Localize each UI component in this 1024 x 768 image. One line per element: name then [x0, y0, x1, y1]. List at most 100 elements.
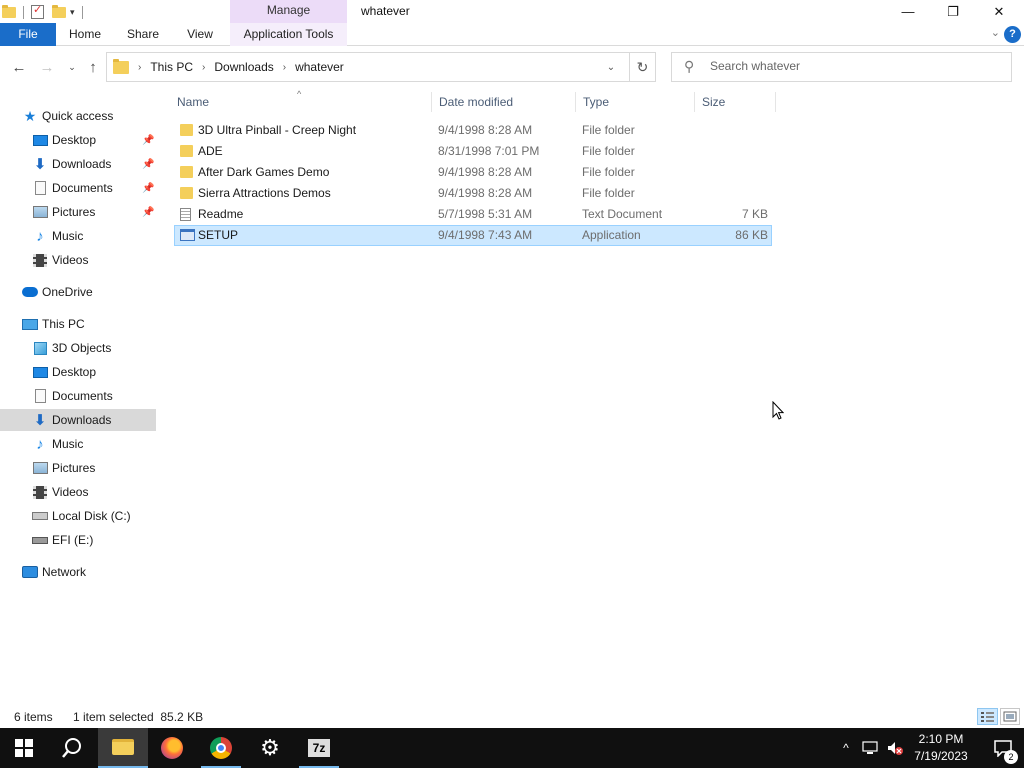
manage-tab[interactable]: Manage: [230, 0, 347, 23]
window-title: whatever: [361, 4, 410, 18]
file-type: Application: [582, 228, 641, 242]
forward-arrow-icon[interactable]: →: [36, 56, 58, 78]
nav-local-disk[interactable]: Local Disk (C:): [0, 505, 156, 527]
breadcrumb-whatever[interactable]: whatever: [295, 60, 344, 74]
desktop-icon: [32, 132, 48, 148]
volume-tray-icon[interactable]: [886, 728, 904, 768]
expand-icon[interactable]: ›: [8, 568, 16, 577]
file-explorer-taskbar-button[interactable]: [98, 728, 148, 768]
file-row-selected[interactable]: SETUP 9/4/1998 7:43 AM Application 86 KB: [174, 225, 772, 246]
network-tray-icon[interactable]: [862, 728, 880, 768]
search-taskbar-button[interactable]: [48, 728, 96, 768]
nav-efi-drive[interactable]: EFI (E:): [0, 529, 156, 551]
folder-icon: [180, 166, 193, 178]
expand-ribbon-icon[interactable]: ⌄: [991, 26, 1000, 39]
expand-icon[interactable]: ›: [8, 288, 16, 297]
nav-label: Documents: [52, 181, 113, 195]
back-arrow-icon[interactable]: ←: [8, 56, 30, 78]
nav-network[interactable]: › Network: [0, 561, 156, 583]
column-header-date-modified[interactable]: Date modified: [432, 90, 576, 114]
nav-label: Pictures: [52, 461, 96, 475]
column-header-type[interactable]: Type: [576, 90, 695, 114]
settings-taskbar-button[interactable]: ⚙: [246, 728, 294, 768]
address-bar[interactable]: › This PC › Downloads › whatever: [106, 52, 630, 82]
drive-icon: [32, 532, 48, 548]
file-row[interactable]: 3D Ultra Pinball - Creep Night 9/4/1998 …: [174, 120, 772, 141]
nav-videos[interactable]: Videos: [0, 481, 156, 503]
file-size: [694, 183, 768, 204]
show-hidden-icons-button[interactable]: ^: [838, 728, 854, 768]
address-dropdown-icon[interactable]: ⌄: [600, 52, 622, 82]
folder-icon: [180, 187, 193, 199]
large-icons-view-icon: [1003, 711, 1017, 722]
nav-documents[interactable]: Documents: [0, 385, 156, 407]
large-icons-view-button[interactable]: [1000, 708, 1020, 725]
file-row[interactable]: After Dark Games Demo 9/4/1998 8:28 AM F…: [174, 162, 772, 183]
breadcrumb-downloads[interactable]: Downloads: [214, 60, 273, 74]
file-date: 9/4/1998 7:43 AM: [438, 228, 533, 242]
breadcrumb-this-pc[interactable]: This PC: [150, 60, 193, 74]
chevron-right-icon[interactable]: ›: [202, 62, 205, 73]
column-headers: Name ^ Date modified Type Size: [170, 89, 780, 114]
nav-downloads[interactable]: ⬇ Downloads: [0, 409, 156, 431]
notification-center-button[interactable]: 2: [982, 728, 1024, 768]
tab-file[interactable]: File: [0, 23, 56, 46]
recent-locations-icon[interactable]: ⌄: [61, 56, 83, 78]
nav-music[interactable]: ♪ Music: [0, 433, 156, 455]
tab-application-tools[interactable]: Application Tools: [230, 23, 347, 46]
chevron-right-icon[interactable]: ›: [283, 62, 286, 73]
refresh-icon[interactable]: ↻: [630, 52, 656, 82]
nav-downloads-pinned[interactable]: ⬇ Downloads 📌: [0, 153, 156, 175]
chevron-right-icon[interactable]: ›: [138, 62, 141, 73]
chrome-taskbar-button[interactable]: [197, 728, 245, 768]
search-input[interactable]: [710, 59, 1000, 73]
nav-desktop-pinned[interactable]: Desktop 📌: [0, 129, 156, 151]
tab-home[interactable]: Home: [62, 23, 108, 46]
file-size: 86 KB: [735, 228, 768, 242]
videos-icon: [32, 252, 48, 268]
folder-icon: [180, 124, 193, 136]
file-row[interactable]: Readme 5/7/1998 5:31 AM Text Document 7 …: [174, 204, 772, 225]
nav-label: Pictures: [52, 205, 96, 219]
start-button[interactable]: [0, 728, 48, 768]
clock[interactable]: 2:10 PM 7/19/2023: [906, 731, 976, 765]
file-type: File folder: [582, 123, 635, 137]
nav-3d-objects[interactable]: 3D Objects: [0, 337, 156, 359]
expand-icon[interactable]: ›: [8, 112, 16, 121]
properties-icon[interactable]: [31, 3, 44, 19]
restore-button[interactable]: ❐: [930, 0, 976, 23]
details-view-button[interactable]: [977, 708, 998, 725]
nav-label: Music: [52, 229, 84, 243]
file-date: 9/4/1998 8:28 AM: [438, 186, 533, 200]
nav-desktop[interactable]: Desktop: [0, 361, 156, 383]
column-divider[interactable]: [775, 92, 776, 112]
file-row[interactable]: Sierra Attractions Demos 9/4/1998 8:28 A…: [174, 183, 772, 204]
tab-share[interactable]: Share: [120, 23, 166, 46]
nav-documents-pinned[interactable]: Documents 📌: [0, 177, 156, 199]
customize-qat-icon[interactable]: ▾: [70, 7, 75, 18]
nav-quick-access[interactable]: › ★ Quick access: [0, 105, 156, 127]
column-header-size[interactable]: Size: [695, 90, 776, 114]
search-box[interactable]: ⚲: [671, 52, 1012, 82]
file-name: After Dark Games Demo: [198, 165, 330, 179]
new-folder-icon[interactable]: [52, 4, 66, 18]
minimize-button[interactable]: —: [885, 0, 931, 23]
tab-view[interactable]: View: [178, 23, 222, 46]
expand-icon[interactable]: ›: [8, 320, 16, 329]
folder-icon[interactable]: [2, 4, 16, 18]
firefox-taskbar-button[interactable]: [148, 728, 196, 768]
nav-pictures[interactable]: Pictures: [0, 457, 156, 479]
file-row[interactable]: ADE 8/31/1998 7:01 PM File folder: [174, 141, 772, 162]
column-header-name[interactable]: Name ^: [170, 89, 432, 114]
nav-videos-quick[interactable]: Videos: [0, 249, 156, 271]
nav-pictures-pinned[interactable]: Pictures 📌: [0, 201, 156, 223]
nav-music-quick[interactable]: ♪ Music: [0, 225, 156, 247]
nav-onedrive[interactable]: › OneDrive: [0, 281, 156, 303]
nav-this-pc[interactable]: › This PC: [0, 313, 156, 335]
close-button[interactable]: ✕: [976, 0, 1022, 23]
7zip-taskbar-button[interactable]: 7z: [295, 728, 343, 768]
up-arrow-icon[interactable]: ↑: [82, 56, 104, 78]
help-icon[interactable]: ?: [1004, 26, 1021, 43]
notification-count-badge: 2: [1004, 750, 1018, 764]
pictures-icon: [32, 204, 48, 220]
